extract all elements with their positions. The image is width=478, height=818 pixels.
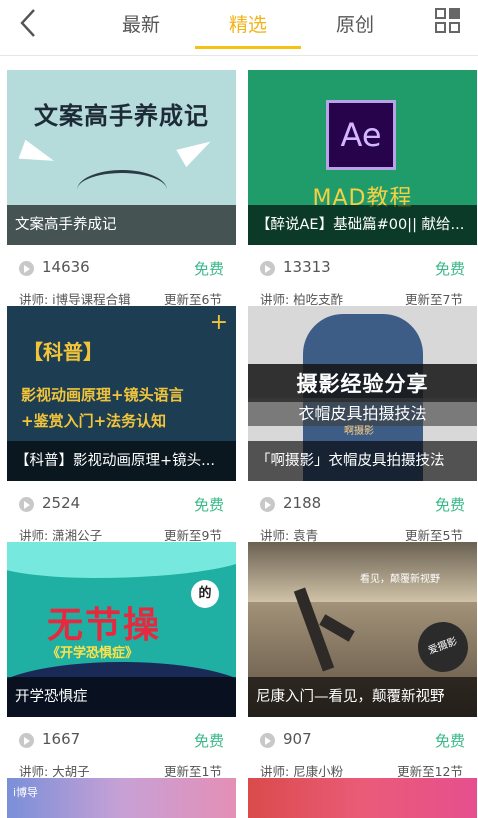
course-stats: 14636 免费 <box>7 258 236 278</box>
course-thumbnail[interactable]: i博导 <box>7 778 236 818</box>
thumbnail-tag: 看见，颠覆新视野 <box>360 574 440 585</box>
thumbnail-line: +鉴赏入门+法务认知 <box>21 412 167 430</box>
view-count: 14636 <box>42 258 90 276</box>
course-info: 讲师: 柏吃支酢 更新至7节 <box>248 289 477 307</box>
price-badge: 免费 <box>193 260 224 278</box>
price-badge: 免费 <box>434 496 465 514</box>
course-thumbnail[interactable] <box>248 778 477 818</box>
course-stats: 2524 免费 <box>7 494 236 514</box>
course-info: 讲师: 潇湘公子 更新至9节 <box>7 525 236 543</box>
course-grid: 文案高手养成记 文案高手养成记 14636 免费 讲师: i博导课程合辑 更新至… <box>0 57 478 818</box>
course-title: 开学恐惧症 <box>7 677 236 717</box>
course-thumbnail[interactable]: 文案高手养成记 文案高手养成记 <box>7 70 236 245</box>
course-stats: 13313 免费 <box>248 258 477 278</box>
view-count: 2524 <box>42 494 81 512</box>
brand-logo: i博导 <box>13 786 39 799</box>
course-info: 讲师: 袁青 更新至5节 <box>248 525 477 543</box>
course-info: 讲师: 大胡子 更新至1节 <box>7 761 236 779</box>
after-effects-logo: Ae <box>326 100 396 170</box>
thumbnail-heading: 【科普】 <box>23 340 103 364</box>
course-info: 讲师: 尼康小粉 更新至12节 <box>248 761 477 779</box>
course-stats: 1667 免费 <box>7 730 236 750</box>
thumbnail-tag: 啊摄影 <box>344 426 374 437</box>
course-info: 讲师: i博导课程合辑 更新至6节 <box>7 289 236 307</box>
thumbnail-title: 文案高手养成记 <box>34 102 209 130</box>
thumbnail-heading: 无节操 <box>47 605 162 646</box>
tab-original[interactable]: 原创 <box>315 10 395 37</box>
view-count: 13313 <box>283 258 331 276</box>
open-book-icon <box>77 170 167 210</box>
course-title: 【醉说AE】基础篇#00|| 献给... <box>248 205 477 245</box>
price-badge: 免费 <box>193 732 224 750</box>
thumbnail-badge: 的 <box>191 580 219 608</box>
tab-featured[interactable]: 精选 <box>208 10 288 37</box>
thumbnail-subheading: 《开学恐惧症》 <box>47 646 139 661</box>
price-badge: 免费 <box>193 496 224 514</box>
play-count-icon <box>19 733 34 748</box>
active-tab-indicator <box>195 46 301 49</box>
course-title: 文案高手养成记 <box>7 205 236 245</box>
course-title: 尼康入门—看见，颠覆新视野 <box>248 677 477 717</box>
course-title: 【科普】影视动画原理+镜头... <box>7 441 236 481</box>
play-count-icon <box>260 261 275 276</box>
course-thumbnail[interactable]: 摄影经验分享 衣帽皮具拍摄技法 啊摄影 「啊摄影」衣帽皮具拍摄技法 <box>248 306 477 481</box>
view-count: 907 <box>283 730 312 748</box>
thumbnail-heading: 摄影经验分享 <box>248 364 477 402</box>
play-count-icon <box>260 497 275 512</box>
course-stats: 907 免费 <box>248 730 477 750</box>
play-count-icon <box>260 733 275 748</box>
course-stats: 2188 免费 <box>248 494 477 514</box>
course-thumbnail[interactable]: 的 无节操 《开学恐惧症》 开学恐惧症 <box>7 542 236 717</box>
play-count-icon <box>19 497 34 512</box>
view-count: 2188 <box>283 494 322 512</box>
course-thumbnail[interactable]: 看见，颠覆新视野 爱摄影 尼康入门—看见，颠覆新视野 <box>248 542 477 717</box>
paper-plane-icon <box>176 132 216 168</box>
course-thumbnail[interactable]: + 【科普】 影视动画原理+镜头语言 +鉴赏入门+法务认知 【科普】影视动画原理… <box>7 306 236 481</box>
paper-plane-icon <box>18 139 58 171</box>
grid-view-icon[interactable] <box>435 8 461 34</box>
price-badge: 免费 <box>434 732 465 750</box>
course-thumbnail[interactable]: Ae MAD教程 【醉说AE】基础篇#00|| 献给... <box>248 70 477 245</box>
price-badge: 免费 <box>434 260 465 278</box>
decorative-wave <box>7 542 236 578</box>
plus-icon: + <box>209 310 228 335</box>
course-title: 「啊摄影」衣帽皮具拍摄技法 <box>248 441 477 481</box>
tab-latest[interactable]: 最新 <box>101 10 181 37</box>
back-arrow-icon[interactable] <box>14 6 44 40</box>
play-count-icon <box>19 261 34 276</box>
top-navigation-bar: 最新 精选 原创 <box>0 0 478 56</box>
view-count: 1667 <box>42 730 81 748</box>
thumbnail-line: 影视动画原理+镜头语言 <box>21 386 184 404</box>
